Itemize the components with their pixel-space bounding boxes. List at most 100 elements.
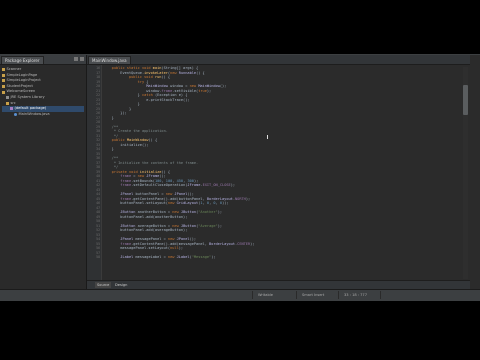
line-number: 21	[96, 88, 100, 93]
line-number: 51	[96, 223, 100, 228]
code-token: private void	[103, 169, 140, 174]
code-token: frame	[103, 174, 132, 178]
project-icon	[2, 90, 5, 94]
code-token: }	[103, 106, 132, 111]
line-number: 56	[96, 246, 100, 250]
folder-icon	[6, 101, 9, 105]
code-line[interactable]: frame.setDefaultCloseOperation(JFrame.EX…	[103, 183, 235, 188]
code-token: MainWindow	[126, 138, 149, 142]
line-number-gutter: 16 17 18 19 20 21 22 23 24 25 26 27 28 29 30 31 32 33 34 35…	[87, 65, 102, 281]
code-token: JLabel	[103, 255, 134, 259]
code-line[interactable]: buttonPanel.add(anotherButton);	[103, 215, 187, 220]
code-token: );	[193, 178, 199, 183]
package-icon	[10, 107, 13, 111]
tab-mainwindow-java[interactable]: MainWindow.java	[88, 56, 131, 64]
code-token: });	[103, 111, 127, 115]
code-token: ();	[189, 237, 197, 241]
code-token: new	[172, 223, 181, 228]
code-token: try	[103, 79, 147, 84]
code-editor[interactable]: MainWindow.java 16 17 18 19 20 21 22 23 24 25 26 27…	[87, 55, 470, 289]
line-number: 30	[96, 129, 100, 133]
code-token: JLabel	[176, 255, 190, 259]
overview-ruler	[468, 67, 470, 279]
code-line[interactable]: buttonPanel.add(averageButton);	[103, 228, 187, 233]
code-token: initialize	[139, 169, 162, 174]
line-number: 29	[96, 124, 100, 129]
code-token: );	[206, 88, 212, 93]
tab-source[interactable]: Source	[95, 282, 112, 288]
code-token: JPanel	[176, 237, 190, 241]
minimize-icon[interactable]	[74, 57, 78, 61]
code-token: );	[211, 255, 216, 259]
code-token: /**	[103, 156, 119, 160]
status-bar: Writable Smart Insert 33 : 18 : 777	[0, 289, 480, 301]
line-number: 38	[96, 165, 100, 169]
code-token: CENTER	[237, 241, 251, 246]
code-token: );	[230, 183, 236, 187]
status-cursor-position: 33 : 18 : 777	[344, 293, 367, 297]
line-number: 44	[96, 192, 100, 196]
code-line[interactable]: buttonPanel.setLayout(new GridLayout(1, …	[103, 201, 228, 206]
code-line[interactable]: JLabel messageLabel = new JLabel("Messag…	[103, 255, 216, 260]
code-line[interactable]: }	[103, 116, 114, 121]
line-number: 32	[96, 138, 100, 142]
class-icon	[14, 113, 17, 117]
code-token: ();	[219, 84, 227, 88]
code-token: averageButton =	[135, 223, 173, 228]
code-token: {	[146, 79, 149, 84]
code-token: frame	[103, 196, 132, 201]
line-number: 20	[96, 84, 100, 88]
line-number: 55	[96, 241, 100, 246]
code-token: MainWindow	[198, 84, 220, 88]
code-token: GridLayout	[176, 201, 199, 205]
code-area[interactable]: public static void main(String[] args) {…	[103, 65, 460, 281]
code-token: new	[137, 174, 147, 178]
line-number: 53	[96, 232, 100, 237]
code-token: JButton	[180, 223, 197, 228]
line-number: 42	[96, 183, 100, 187]
maximize-icon[interactable]	[80, 57, 84, 61]
tab-design[interactable]: Design	[113, 282, 129, 288]
code-token: () {	[161, 75, 171, 79]
code-token: () {	[196, 70, 205, 75]
code-token: }	[103, 115, 114, 120]
line-number: 16	[96, 66, 100, 70]
code-token: ();	[187, 192, 194, 196]
line-number: 49	[96, 214, 100, 219]
mouse-cursor-icon	[267, 135, 270, 139]
code-token: true	[198, 88, 207, 93]
line-number: 57	[96, 250, 100, 255]
code-token: * Initialize the contents of the frame.	[103, 160, 199, 165]
code-token: window =	[167, 84, 190, 88]
line-number: 37	[96, 160, 100, 165]
project-icon	[2, 79, 5, 83]
line-number: 18	[96, 75, 100, 79]
code-line[interactable]: }	[103, 147, 114, 152]
tab-package-explorer[interactable]: Package Explorer	[1, 56, 44, 64]
line-number: 43	[96, 187, 100, 192]
code-token: }	[103, 102, 140, 106]
explorer-tab-bar: Package Explorer	[0, 55, 86, 65]
code-token: buttonPanel.add(averageButton);	[103, 228, 188, 232]
code-token: buttonPanel.setLayout(	[103, 201, 168, 205]
code-token: (String[] args) {	[161, 66, 199, 70]
code-token: );	[217, 210, 223, 214]
status-separator	[296, 291, 297, 299]
editor-tab-label: MainWindow.java	[92, 58, 127, 63]
project-icon	[2, 85, 5, 89]
tree-item[interactable]: MainWindow.java	[2, 112, 84, 118]
code-token: () {	[148, 138, 158, 142]
line-number: 41	[96, 178, 100, 183]
line-number: 26	[96, 111, 100, 115]
code-token: JPanel	[103, 192, 134, 196]
code-token: * Create the application.	[103, 129, 168, 133]
code-token: new	[167, 201, 177, 205]
code-token: .setDefaultCloseOperation(	[131, 183, 188, 187]
code-token: new	[172, 210, 181, 214]
line-number: 50	[96, 219, 100, 223]
code-line[interactable]: messagePanel.setLayout(null);	[103, 246, 183, 251]
code-token: invokeLater	[144, 70, 168, 75]
code-token: "Another"	[198, 210, 218, 214]
line-number: 35	[96, 151, 100, 156]
code-token: messagePanel.setLayout(	[103, 246, 171, 250]
